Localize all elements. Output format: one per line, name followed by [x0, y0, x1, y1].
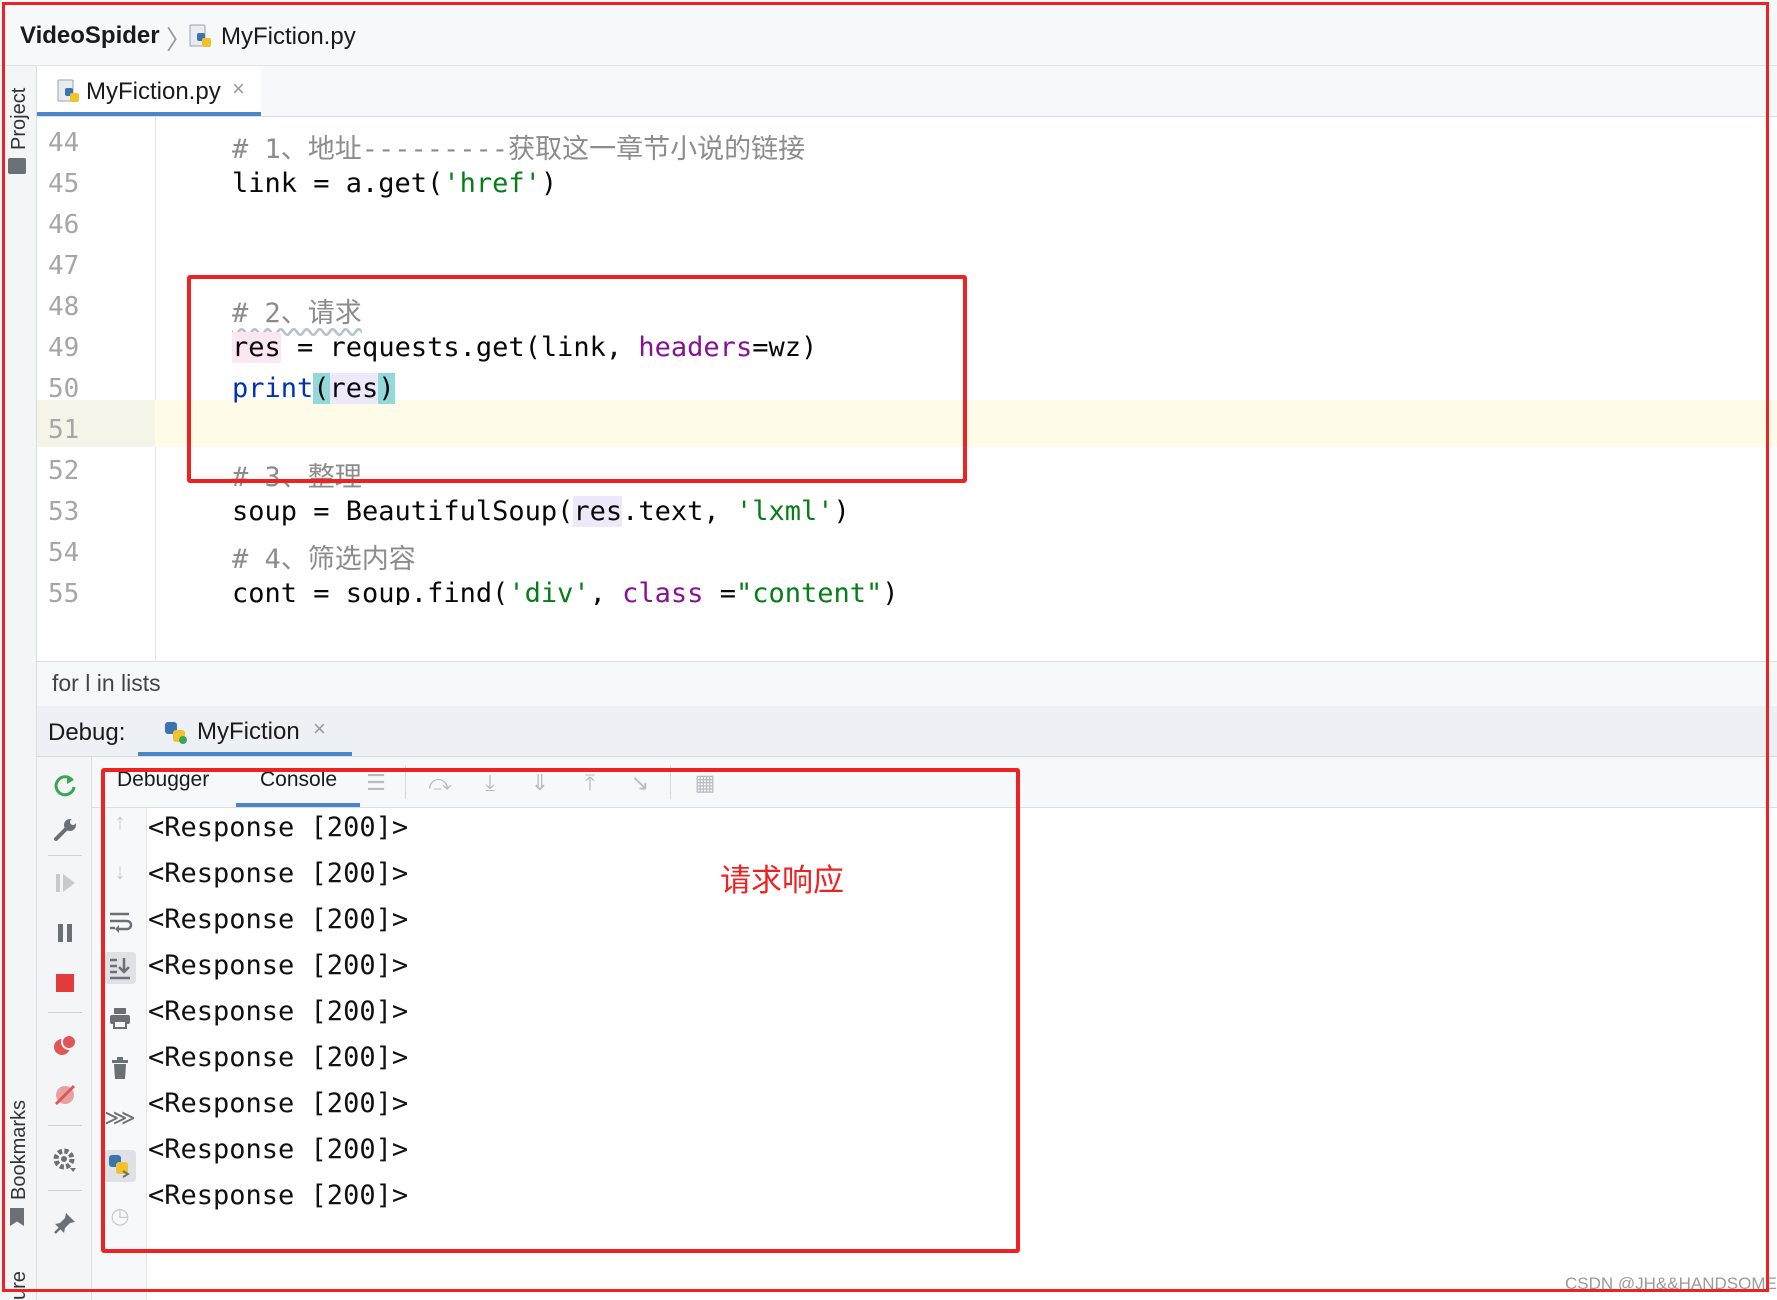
string-literal: 'div' — [508, 578, 590, 605]
line-number: 44 — [48, 128, 80, 158]
code: = — [719, 578, 736, 605]
project-tool-button[interactable]: Project — [8, 88, 31, 150]
toolbar-separator — [48, 1190, 82, 1191]
close-icon[interactable]: × — [232, 76, 245, 102]
code: link = a.get( — [232, 168, 444, 199]
stop-icon[interactable] — [50, 968, 80, 998]
tab-label[interactable]: MyFiction.py — [86, 78, 221, 106]
folder-icon — [8, 158, 26, 174]
rerun-icon[interactable] — [50, 770, 80, 800]
code-line-44[interactable]: # 1、地址---------获取这一章节小说的链接 — [232, 127, 805, 166]
python-file-icon — [188, 24, 214, 55]
line-number: 55 — [48, 579, 80, 603]
breadcrumb-file[interactable]: MyFiction.py — [221, 23, 356, 51]
code: ) — [882, 578, 899, 605]
debug-tab-label[interactable]: MyFiction — [197, 718, 300, 746]
python-file-icon — [56, 79, 82, 110]
python-icon — [162, 719, 188, 750]
code-line-54[interactable]: # 4、筛选内容 — [232, 537, 416, 576]
toolbar-separator — [48, 855, 82, 856]
watermark: CSDN @JH&&HANDSOME — [1565, 1274, 1777, 1293]
mute-breakpoints-icon[interactable] — [50, 1080, 80, 1110]
keyword-argument: class_ — [622, 578, 720, 605]
bookmarks-tool-button[interactable]: Bookmarks — [8, 1100, 31, 1200]
line-number: 47 — [48, 251, 80, 281]
toolbar-separator — [48, 1125, 82, 1126]
line-number: 48 — [48, 292, 80, 322]
line-number: 46 — [48, 210, 80, 240]
close-icon[interactable]: × — [313, 716, 326, 742]
code-breadcrumb[interactable]: for l in lists — [52, 670, 161, 697]
toolbar-separator — [48, 1012, 82, 1013]
annotation-label: 请求响应 — [720, 863, 844, 898]
line-number: 50 — [48, 374, 80, 404]
line-number: 52 — [48, 456, 80, 486]
line-number: 45 — [48, 169, 80, 199]
code-annotation-box — [187, 275, 967, 483]
wrench-icon[interactable] — [50, 815, 80, 845]
view-breakpoints-icon[interactable] — [50, 1030, 80, 1060]
line-number: 54 — [48, 538, 80, 568]
string-literal: "content" — [735, 578, 883, 605]
structure-tool-button[interactable]: ure — [8, 1271, 31, 1300]
variable: res — [573, 496, 623, 527]
code: cont = soup.find( — [232, 578, 509, 605]
code-breadcrumb-bar — [37, 661, 1777, 707]
pause-icon[interactable] — [50, 918, 80, 948]
code: , — [589, 578, 623, 605]
code: soup = BeautifulSoup( — [232, 496, 574, 527]
code-line-53[interactable]: soup = BeautifulSoup(res.text, 'lxml') — [232, 496, 850, 527]
code-line-55[interactable]: cont = soup.find('div', class_="content"… — [232, 578, 899, 605]
string-literal: 'lxml' — [735, 496, 834, 527]
editor-tab-bar — [37, 66, 1777, 117]
comment: # 1、地址---------获取这一章节小说的链接 — [232, 134, 806, 165]
line-number: 49 — [48, 333, 80, 363]
code: .text, — [622, 496, 736, 527]
line-number: 53 — [48, 497, 80, 527]
code: ) — [833, 496, 850, 527]
line-number: 51 — [48, 415, 80, 445]
comment: # 4、筛选内容 — [232, 544, 416, 575]
debug-title: Debug: — [48, 719, 126, 746]
code-line-45[interactable]: link = a.get('href') — [232, 168, 557, 199]
code: ) — [540, 168, 558, 199]
breadcrumb-project[interactable]: VideoSpider — [20, 22, 160, 50]
string-literal: 'href' — [443, 168, 541, 199]
pin-icon[interactable] — [50, 1208, 80, 1238]
resume-icon[interactable] — [50, 868, 80, 898]
gear-icon[interactable] — [50, 1145, 80, 1175]
console-annotation-box — [101, 768, 1020, 1253]
